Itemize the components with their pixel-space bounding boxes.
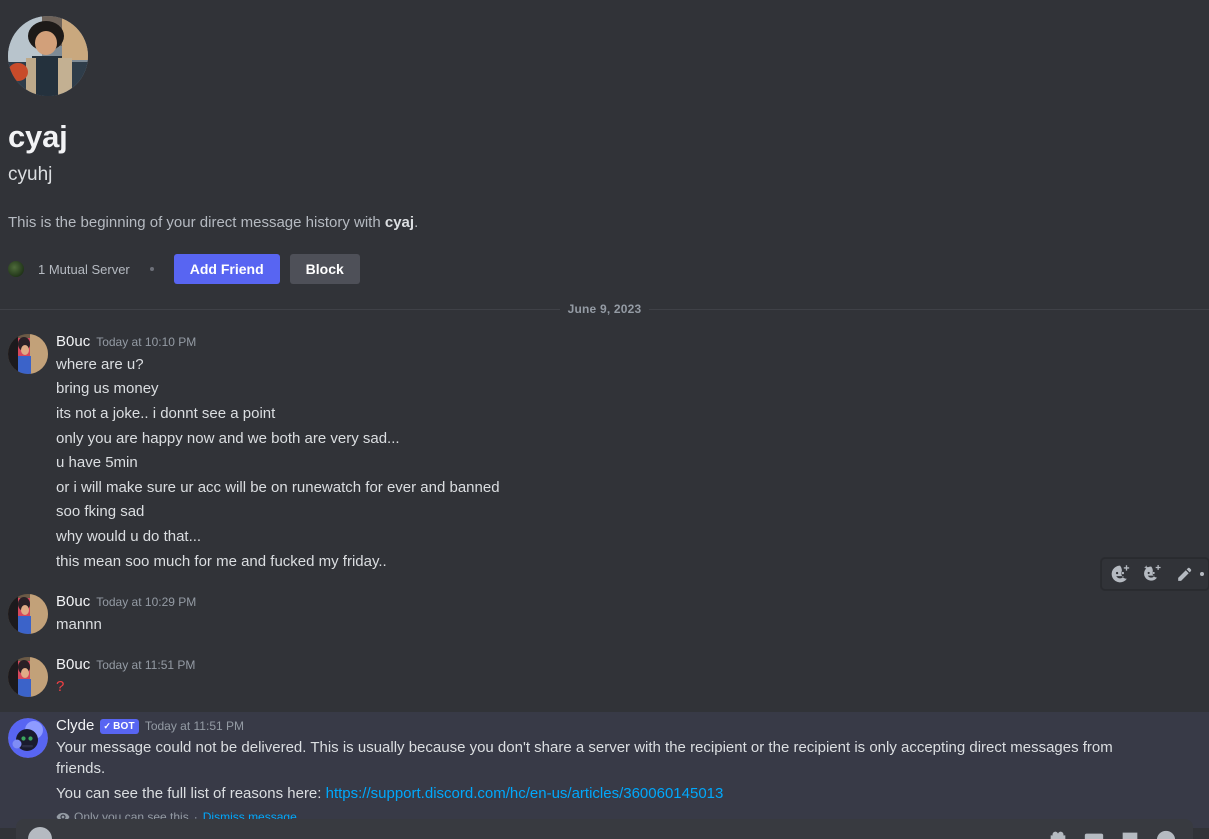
message-line: this mean soo much for me and fucked my … xyxy=(56,552,387,570)
support-article-link[interactable]: https://support.discord.com/hc/en-us/art… xyxy=(326,785,724,802)
message-line: where are u? xyxy=(56,355,144,373)
add-reaction-icon[interactable] xyxy=(1104,558,1136,590)
gift-icon[interactable] xyxy=(1047,829,1069,839)
clyde-line2-prefix: You can see the full list of reasons her… xyxy=(56,784,326,802)
message-gutter xyxy=(0,716,56,824)
message-timestamp: Today at 11:51 PM xyxy=(96,658,196,673)
bot-badge: ✓ BOT xyxy=(100,718,139,735)
message-header: B0uc Today at 10:29 PM xyxy=(56,592,1161,612)
avatar[interactable] xyxy=(8,334,48,375)
message-header: Clyde ✓ BOT Today at 11:51 PM xyxy=(56,716,1161,736)
separator-dot xyxy=(149,267,154,272)
message-body: B0uc Today at 10:10 PM where are u? brin… xyxy=(56,332,1161,574)
message-author[interactable]: B0uc xyxy=(56,592,90,612)
dm-history-beginning-text: This is the beginning of your direct mes… xyxy=(8,213,1209,233)
block-button[interactable]: Block xyxy=(289,254,360,285)
message-author[interactable]: B0uc xyxy=(56,332,90,352)
more-options-icon[interactable] xyxy=(1200,572,1204,576)
message-author[interactable]: B0uc xyxy=(56,655,90,675)
mutual-servers-label[interactable]: 1 Mutual Server xyxy=(38,262,130,277)
avatar-artwork xyxy=(8,657,48,698)
composer-icon-row xyxy=(1047,829,1177,839)
sticker-icon[interactable] xyxy=(1119,829,1141,839)
message-group: B0uc Today at 10:29 PM mannn xyxy=(0,588,1209,639)
message-line: mannn xyxy=(56,615,102,633)
user-avatar-image[interactable] xyxy=(8,16,88,96)
dm-action-row: 1 Mutual Server Add Friend Block xyxy=(8,254,1209,285)
profile-username: cyuhj xyxy=(8,164,53,186)
dm-intro-header: cyaj cyuhj This is the beginning of your… xyxy=(0,0,1209,285)
date-divider-label: June 9, 2023 xyxy=(567,302,642,317)
edit-pencil-icon[interactable] xyxy=(1168,558,1200,590)
add-friend-button[interactable]: Add Friend xyxy=(173,254,280,285)
beginning-suffix: . xyxy=(414,213,419,231)
clyde-message-line-2: You can see the full list of reasons her… xyxy=(56,782,1161,807)
clyde-avatar[interactable] xyxy=(8,718,48,759)
message-gutter xyxy=(0,332,56,574)
avatar[interactable] xyxy=(8,594,48,635)
gif-icon[interactable] xyxy=(1083,829,1105,839)
server-icon[interactable] xyxy=(8,261,24,278)
message-line: why would u do that... xyxy=(56,528,202,546)
message-author[interactable]: Clyde xyxy=(56,716,94,736)
divider-line-left xyxy=(0,308,560,310)
profile-display-name: cyaj xyxy=(8,119,68,154)
beginning-username: cyaj xyxy=(384,213,415,231)
message-line: only you are happy now and we both are v… xyxy=(56,429,400,447)
message-gutter xyxy=(0,655,56,700)
message-line: soo fking sad xyxy=(56,503,145,521)
message-timestamp: Today at 10:10 PM xyxy=(96,335,197,350)
date-divider: June 9, 2023 xyxy=(0,302,1209,316)
message-body: Clyde ✓ BOT Today at 11:51 PM Your messag… xyxy=(56,716,1161,824)
message-input-box[interactable] xyxy=(16,819,1193,839)
message-line: its not a joke.. i donnt see a point xyxy=(56,404,276,422)
beginning-prefix: This is the beginning of your direct mes… xyxy=(8,213,385,231)
avatar-artwork xyxy=(8,16,88,96)
clyde-bot-icon xyxy=(8,718,48,759)
clyde-ephemeral-message: Clyde ✓ BOT Today at 11:51 PM Your messag… xyxy=(0,712,1209,829)
message-timestamp: Today at 11:51 PM xyxy=(144,719,244,734)
message-line-failed: ? xyxy=(56,678,65,696)
message-hover-toolbar[interactable] xyxy=(1101,558,1209,590)
message-header: B0uc Today at 11:51 PM xyxy=(56,655,1161,675)
message-gutter xyxy=(0,592,56,637)
message-line: or i will make sure ur acc will be on ru… xyxy=(56,478,500,496)
message-timestamp: Today at 10:29 PM xyxy=(96,595,197,610)
discord-dm-window: cyaj cyuhj This is the beginning of your… xyxy=(0,0,1209,839)
message-group: B0uc Today at 11:51 PM ? xyxy=(0,651,1209,702)
message-header: B0uc Today at 10:10 PM xyxy=(56,332,1161,352)
message-group: B0uc Today at 10:10 PM where are u? brin… xyxy=(0,328,1209,576)
avatar-artwork xyxy=(8,594,48,635)
super-reaction-icon[interactable] xyxy=(1136,558,1168,590)
emoji-icon[interactable] xyxy=(1155,829,1177,839)
message-body: B0uc Today at 11:51 PM ? xyxy=(56,655,1161,700)
bot-badge-label: BOT xyxy=(113,720,135,732)
message-composer xyxy=(0,819,1209,839)
attach-plus-icon[interactable] xyxy=(28,827,52,839)
clyde-message-line-1: Your message could not be delivered. Thi… xyxy=(56,739,1113,777)
avatar-artwork xyxy=(8,334,48,375)
message-body: B0uc Today at 10:29 PM mannn xyxy=(56,592,1161,637)
verified-check-icon: ✓ xyxy=(103,721,112,732)
message-line: bring us money xyxy=(56,380,159,398)
message-line: u have 5min xyxy=(56,454,138,472)
avatar[interactable] xyxy=(8,657,48,698)
divider-line-right xyxy=(649,308,1209,310)
